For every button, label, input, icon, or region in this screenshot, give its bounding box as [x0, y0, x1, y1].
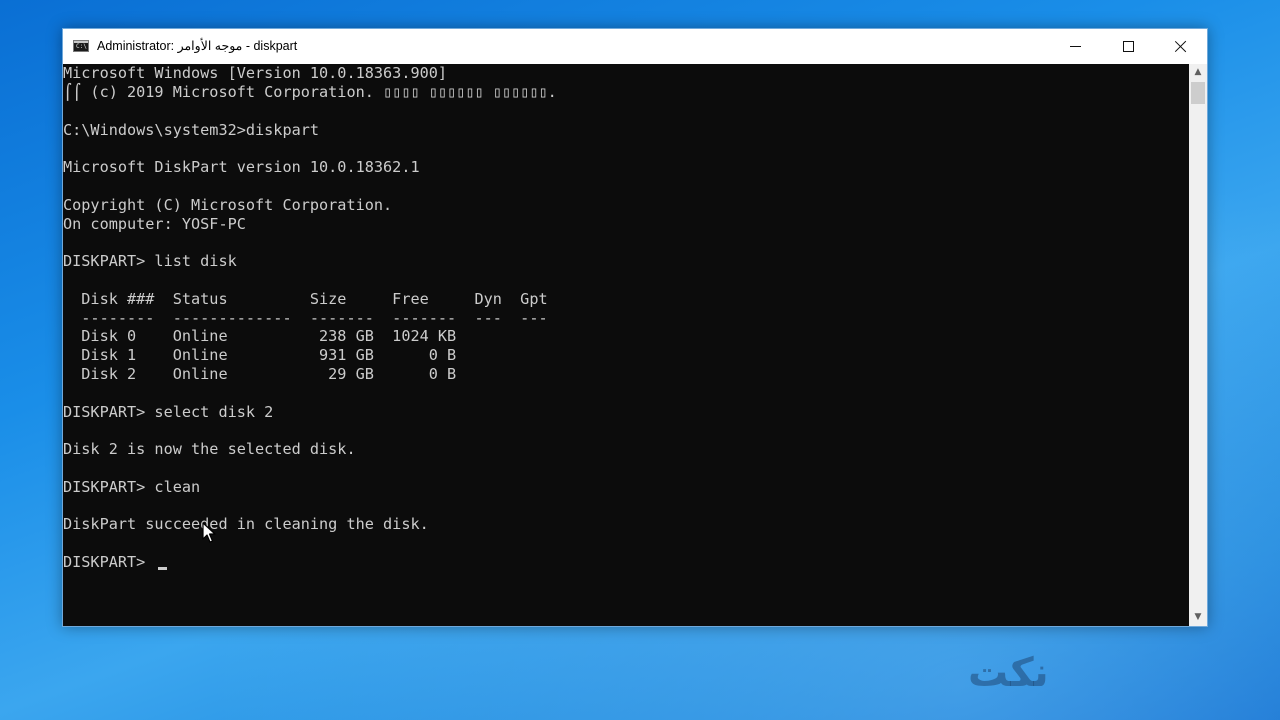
- scroll-thumb[interactable]: [1191, 82, 1205, 104]
- window-title: Administrator: موجه الأوامر - diskpart: [97, 39, 298, 53]
- text-cursor: [158, 567, 167, 570]
- close-icon: [1175, 40, 1187, 52]
- minimize-icon: [1070, 46, 1081, 47]
- console-line: Microsoft DiskPart version 10.0.18362.1: [63, 158, 420, 176]
- scroll-up-button[interactable]: ▲: [1189, 64, 1207, 81]
- console-line: DISKPART> list disk: [63, 252, 237, 270]
- disk-table-separator: -------- ------------- ------- ------- -…: [63, 309, 548, 327]
- minimize-button[interactable]: [1048, 29, 1102, 64]
- vertical-scrollbar[interactable]: ▲ ▼: [1189, 64, 1207, 626]
- console-line: DISKPART> clean: [63, 478, 201, 496]
- console-line: DISKPART> select disk 2: [63, 403, 274, 421]
- console-output[interactable]: Microsoft Windows [Version 10.0.18363.90…: [63, 64, 1189, 626]
- title-bar[interactable]: Administrator: موجه الأوامر - diskpart: [63, 29, 1207, 64]
- disk-table-row: Disk 2 Online 29 GB 0 B: [63, 365, 457, 383]
- console-line: DiskPart succeeded in cleaning the disk.: [63, 515, 429, 533]
- channel-logo-watermark: نكت: [968, 650, 1049, 696]
- command-prompt-line[interactable]: DISKPART>: [63, 553, 154, 572]
- console-line: On computer: YOSF-PC: [63, 215, 246, 233]
- command-prompt-window[interactable]: Administrator: موجه الأوامر - diskpart M…: [62, 28, 1208, 627]
- console-line: Microsoft Windows [Version 10.0.18363.90…: [63, 64, 448, 82]
- mouse-pointer-icon: [202, 522, 216, 543]
- cmd-icon: [73, 40, 89, 52]
- disk-table-row: Disk 0 Online 238 GB 1024 KB: [63, 327, 457, 345]
- close-button[interactable]: [1156, 29, 1207, 64]
- console-line: C:\Windows\system32>diskpart: [63, 121, 320, 139]
- console-line: Copyright (C) Microsoft Corporation.: [63, 196, 393, 214]
- console-line: ⌠⌠ (c) 2019 Microsoft Corporation. ▯▯▯▯ …: [63, 83, 557, 101]
- scroll-down-button[interactable]: ▼: [1189, 609, 1207, 626]
- maximize-button[interactable]: [1102, 29, 1156, 64]
- maximize-icon: [1123, 41, 1134, 52]
- disk-table-header: Disk ### Status Size Free Dyn Gpt: [63, 290, 548, 308]
- disk-table-row: Disk 1 Online 931 GB 0 B: [63, 346, 457, 364]
- console-line: Disk 2 is now the selected disk.: [63, 440, 356, 458]
